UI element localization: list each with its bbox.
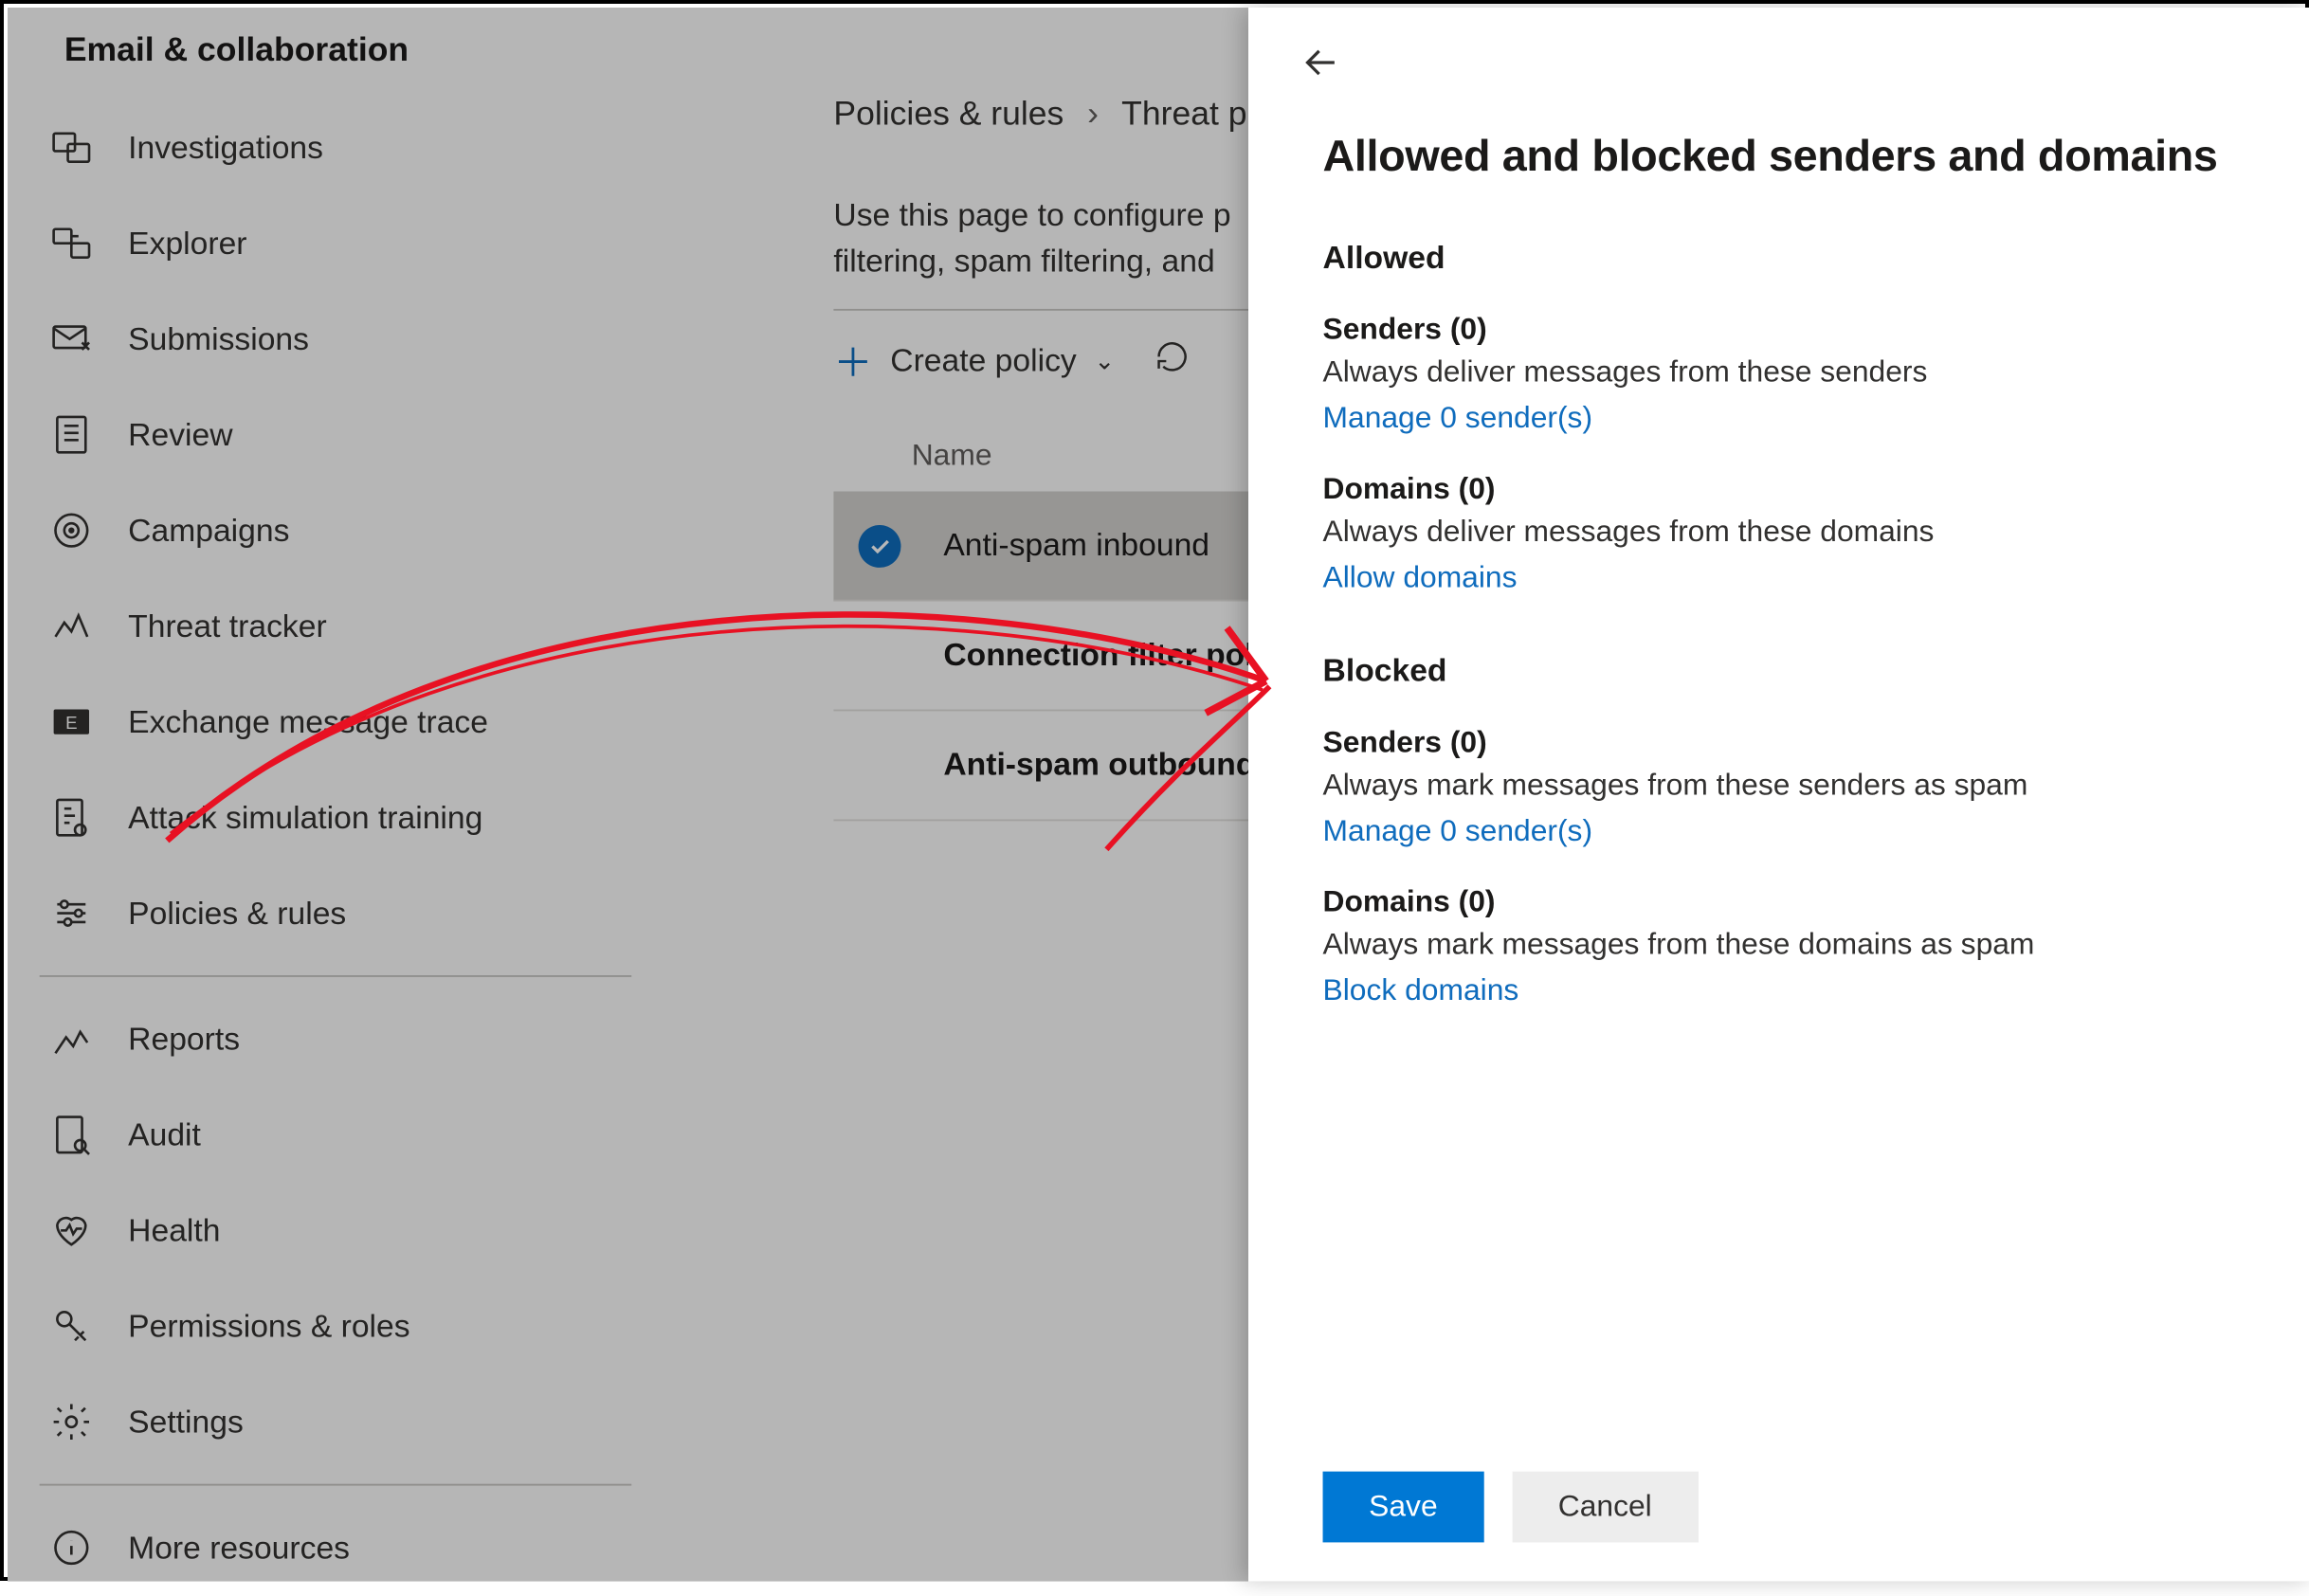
blocked-domains-desc: Always mark messages from these domains … (1323, 928, 2252, 963)
back-button[interactable] (1298, 40, 1351, 93)
flyout-panel: Allowed and blocked senders and domains … (1248, 8, 2309, 1582)
allow-domains-link[interactable]: Allow domains (1323, 560, 2252, 595)
manage-allowed-senders-link[interactable]: Manage 0 sender(s) (1323, 401, 2252, 436)
allowed-domains-title: Domains (0) (1323, 472, 2252, 507)
allowed-domains-desc: Always deliver messages from these domai… (1323, 515, 2252, 550)
blocked-senders-desc: Always mark messages from these senders … (1323, 768, 2252, 803)
cancel-button[interactable]: Cancel (1512, 1472, 1698, 1543)
blocked-domains-title: Domains (0) (1323, 885, 2252, 920)
panel-title: Allowed and blocked senders and domains (1323, 132, 2252, 183)
panel-footer: Save Cancel (1323, 1425, 2252, 1582)
allowed-senders-title: Senders (0) (1323, 313, 2252, 348)
allowed-senders-desc: Always deliver messages from these sende… (1323, 355, 2252, 390)
block-domains-link[interactable]: Block domains (1323, 973, 2252, 1008)
manage-blocked-senders-link[interactable]: Manage 0 sender(s) (1323, 814, 2252, 849)
blocked-heading: Blocked (1323, 653, 2252, 690)
allowed-heading: Allowed (1323, 240, 2252, 277)
blocked-senders-title: Senders (0) (1323, 725, 2252, 760)
save-button[interactable]: Save (1323, 1472, 1484, 1543)
